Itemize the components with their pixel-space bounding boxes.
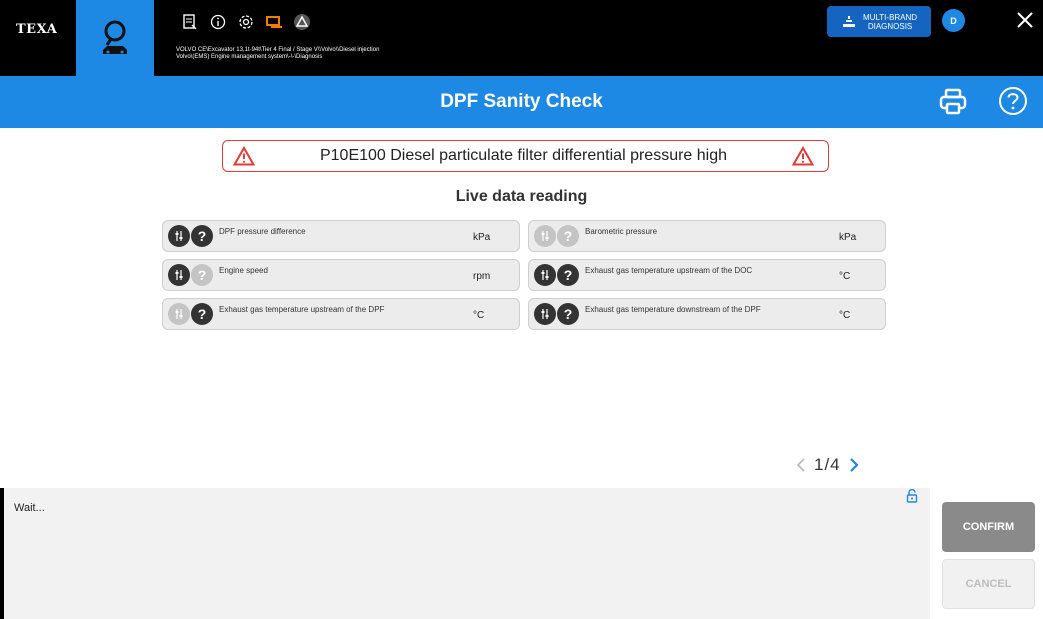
parameter-unit: rpm <box>473 271 491 282</box>
multi-brand-diagnosis-button[interactable]: MULTI-BRAND DIAGNOSIS <box>827 6 931 37</box>
graph-icon <box>175 309 183 319</box>
parameter-unit: °C <box>473 310 485 321</box>
help-button[interactable]: ? <box>557 303 579 325</box>
breadcrumb: VOLVO CE\Excavator 13,1t-94t\Tier 4 Fina… <box>176 47 379 61</box>
graph-button[interactable] <box>534 264 556 286</box>
help-button[interactable]: ? <box>557 225 579 247</box>
search-car-icon <box>103 20 127 54</box>
graph-icon <box>175 231 183 241</box>
graph-button[interactable] <box>168 303 190 325</box>
parameter-unit: °C <box>839 271 851 282</box>
multibrand-line-1: MULTI-BRAND <box>863 12 918 22</box>
graph-icon <box>541 270 549 280</box>
live-data-title: Live data reading <box>455 188 588 205</box>
parameter-unit: kPa <box>473 232 491 243</box>
close-icon[interactable] <box>1013 8 1037 32</box>
print-icon[interactable] <box>938 88 968 116</box>
settings-icon <box>239 15 253 29</box>
parameter-label: DPF pressure difference <box>219 227 306 236</box>
confirm-button[interactable]: CONFIRM <box>942 502 1035 552</box>
info-button[interactable] <box>204 11 232 33</box>
warning-icon <box>233 146 255 166</box>
status-panel: Wait... <box>0 488 930 619</box>
help-button[interactable]: ? <box>191 264 213 286</box>
vehicle-search-tab[interactable] <box>76 0 154 76</box>
multibrand-line-2: DIAGNOSIS <box>867 21 913 31</box>
cancel-button[interactable]: CANCEL <box>942 559 1035 609</box>
page-indicator: 1/4 <box>814 455 841 474</box>
help-button[interactable]: ? <box>191 303 213 325</box>
parameter-label: Engine speed <box>219 266 268 275</box>
manual-button[interactable] <box>176 11 204 33</box>
live-data-card: ? Exhaust gas temperature upstream of th… <box>528 259 886 291</box>
parameter-label: Exhaust gas temperature downstream of th… <box>585 305 761 314</box>
parameter-label: Barometric pressure <box>585 227 658 236</box>
graph-button[interactable] <box>534 303 556 325</box>
unlock-icon[interactable] <box>906 489 918 503</box>
manual-icon <box>183 14 197 30</box>
settings-button[interactable] <box>232 11 260 33</box>
live-data-card: ? Engine speed rpm <box>162 259 520 291</box>
breadcrumb-line-1: VOLVO CE\Excavator 13,1t-94t\Tier 4 Fina… <box>176 47 380 53</box>
question-icon: ? <box>563 267 573 283</box>
live-data-card: ? DPF pressure difference kPa <box>162 220 520 252</box>
question-icon: ? <box>197 228 207 244</box>
user-avatar[interactable]: D <box>942 9 965 32</box>
graph-button[interactable] <box>168 225 190 247</box>
multibrand-icon <box>843 15 855 27</box>
parameter-label: Exhaust gas temperature upstream of the … <box>219 305 385 314</box>
help-icon[interactable] <box>998 86 1028 116</box>
breadcrumb-line-2: Volvo\(EMS) Engine management system\-\-… <box>176 54 323 60</box>
help-button[interactable]: ? <box>557 264 579 286</box>
graph-icon <box>541 309 549 319</box>
status-text: Wait... <box>14 502 45 514</box>
question-icon: ? <box>563 306 573 322</box>
live-data-card: ? Exhaust gas temperature upstream of th… <box>162 298 520 330</box>
title-bar: DPF Sanity Check <box>0 76 1043 128</box>
top-bar: TEXA VOLVO CE\Excavator 13,1t-94t\Tier 4… <box>0 0 1043 76</box>
pager: 1/4 <box>796 455 859 475</box>
graph-button[interactable] <box>168 264 190 286</box>
page-title: DPF Sanity Check <box>440 91 603 112</box>
question-icon: ? <box>563 228 573 244</box>
parameter-unit: °C <box>839 310 851 321</box>
question-icon: ? <box>197 267 207 283</box>
next-page-icon[interactable] <box>849 457 859 473</box>
graph-icon <box>175 270 183 280</box>
error-alert: P10E100 Diesel particulate filter differ… <box>222 140 829 172</box>
live-data-card: ? Exhaust gas temperature downstream of … <box>528 298 886 330</box>
parameter-unit: kPa <box>839 232 857 243</box>
triangle-logo-button[interactable] <box>288 11 316 33</box>
info-icon <box>210 14 226 30</box>
alert-text: P10E100 Diesel particulate filter differ… <box>319 147 728 164</box>
graph-button[interactable] <box>534 225 556 247</box>
triangle-logo-icon <box>294 14 310 30</box>
parameter-label: Exhaust gas temperature upstream of the … <box>585 266 753 275</box>
live-data-card: ? Barometric pressure kPa <box>528 220 886 252</box>
graph-icon <box>541 231 549 241</box>
question-icon: ? <box>197 306 207 322</box>
screen-button[interactable] <box>260 11 288 33</box>
help-button[interactable]: ? <box>191 225 213 247</box>
warning-icon <box>791 146 814 166</box>
screen-icon <box>266 16 282 28</box>
texa-logo: TEXA <box>16 22 58 37</box>
prev-page-icon[interactable] <box>796 457 806 473</box>
